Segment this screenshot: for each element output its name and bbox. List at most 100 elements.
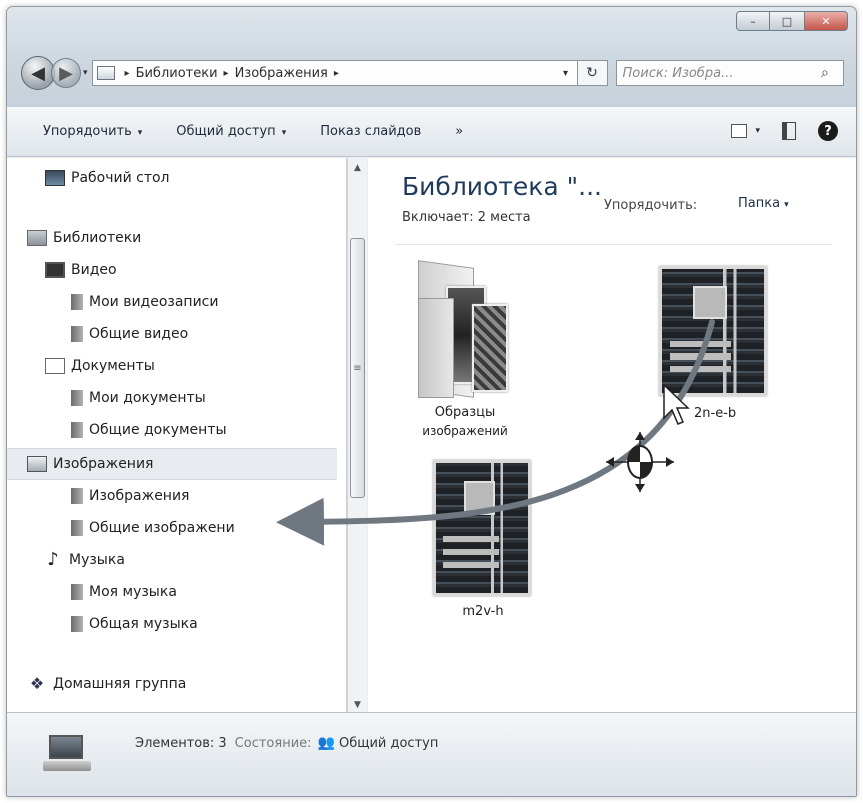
pci-slot (670, 340, 732, 348)
sidebar-item-documents[interactable]: Документы (45, 358, 155, 374)
sidebar-item-label: Мои видеозаписи (89, 294, 219, 310)
pci-slot (443, 548, 499, 556)
folder-front (418, 298, 454, 398)
sidebar-item-my-documents[interactable]: Мои документы (67, 390, 206, 406)
scroll-up-icon[interactable]: ▲ (348, 158, 367, 178)
help-icon[interactable]: ? (818, 121, 838, 141)
motherboard-thumbnail[interactable] (659, 266, 767, 396)
sidebar-item-desktop[interactable]: Рабочий стол (45, 170, 170, 186)
preview-pane-icon[interactable] (782, 122, 796, 140)
pci-slot (670, 365, 732, 372)
sample-pictures-folder-icon[interactable] (418, 258, 508, 398)
refresh-button[interactable]: ↻ (577, 60, 608, 86)
file-label[interactable]: Образцы изображений (410, 404, 520, 440)
minimize-button[interactable]: – (736, 11, 770, 31)
change-view-icon[interactable] (731, 124, 748, 138)
video-library-icon (45, 262, 65, 278)
sidebar-item-label: Документы (71, 358, 155, 374)
sidebar-item-label: Мои документы (89, 390, 206, 406)
chevron-down-icon[interactable]: ▾ (755, 126, 760, 136)
toolbar-right: ▾ ? (731, 121, 838, 141)
item-count: Элементов: 3 (135, 735, 227, 751)
library-title: Библиотека "... (402, 172, 602, 201)
chevron-right-icon[interactable]: ▸ (334, 68, 339, 79)
slideshow-button[interactable]: Показ слайдов (320, 124, 421, 139)
sidebar-item-music[interactable]: ♪ Музыка (43, 549, 125, 570)
desktop-icon (45, 170, 65, 186)
arrange-by-label: Упорядочить: (604, 198, 698, 213)
folder-icon (71, 488, 83, 504)
sidebar-item-label: Изображения (53, 456, 154, 472)
share-button[interactable]: Общий доступ ▾ (176, 124, 286, 139)
pci-slot (670, 353, 732, 360)
sidebar-item-public-pictures[interactable]: Общие изображени (67, 520, 235, 536)
close-button[interactable]: ✕ (804, 11, 848, 31)
motherboard-thumbnail[interactable] (433, 460, 531, 596)
caption-buttons: – □ ✕ (736, 11, 848, 31)
chevron-down-icon: ▾ (784, 200, 789, 210)
folder-photo (472, 304, 508, 392)
state-value: Общий доступ (338, 735, 439, 751)
scroll-thumb[interactable]: ≡ (350, 238, 365, 498)
sidebar-item-my-videos[interactable]: Мои видеозаписи (67, 294, 218, 310)
navigation-scrollbar[interactable]: ▲ ≡ ▼ (347, 158, 367, 715)
sidebar-item-public-music[interactable]: Общая музыка (67, 616, 198, 632)
sidebar-item-my-pictures[interactable]: Изображения (67, 488, 189, 504)
folder-icon (71, 390, 83, 406)
file-label[interactable]: 2n-e-b (694, 406, 736, 421)
grip-icon: ≡ (353, 362, 362, 374)
file-label-line1: Образцы (434, 405, 496, 420)
share-label: Общий доступ (176, 124, 276, 139)
folder-icon (71, 520, 83, 536)
cpu-socket (463, 481, 495, 515)
computer-icon (43, 729, 93, 779)
title-bar: – □ ✕ ◀ ▶ ▾ ▸ Библиотеки ▸ Изображения ▸… (7, 7, 856, 107)
homegroup-icon: ❖ (29, 674, 45, 693)
search-placeholder: Поиск: Изобра... (622, 65, 734, 81)
laptop-screen (49, 735, 83, 759)
folder-icon (71, 584, 83, 600)
music-note-icon: ♪ (47, 549, 59, 570)
arrange-by-dropdown[interactable]: Папка ▾ (738, 196, 789, 211)
library-includes-link[interactable]: Включает: 2 места (402, 210, 531, 225)
sidebar-item-my-music[interactable]: Моя музыка (67, 584, 177, 600)
sidebar-item-label: Рабочий стол (71, 170, 170, 186)
sidebar-item-video[interactable]: Видео (45, 262, 117, 278)
sidebar-item-pictures[interactable]: Изображения (7, 448, 337, 480)
address-dropdown-icon[interactable]: ▾ (555, 68, 577, 79)
sidebar-item-label: Видео (71, 262, 117, 278)
more-commands-button[interactable]: » (455, 124, 463, 139)
sidebar-item-public-documents[interactable]: Общие документы (67, 422, 227, 438)
breadcrumb-libraries[interactable]: Библиотеки (136, 66, 218, 81)
search-icon[interactable]: ⌕ (821, 65, 843, 81)
back-arrow-icon: ◀ (31, 62, 45, 84)
back-button[interactable]: ◀ (21, 56, 55, 90)
address-bar[interactable]: ▸ Библиотеки ▸ Изображения ▸ ▾ (91, 60, 578, 86)
sidebar-item-public-videos[interactable]: Общие видео (67, 326, 188, 342)
arrange-by-value: Папка (738, 196, 781, 211)
slideshow-label: Показ слайдов (320, 124, 422, 139)
navigation-row: ◀ ▶ ▾ ▸ Библиотеки ▸ Изображения ▸ ▾ ↻ П… (21, 55, 844, 91)
forward-button[interactable]: ▶ (51, 58, 81, 88)
file-label[interactable]: m2v-h (438, 604, 528, 619)
chevron-right-icon[interactable]: ▸ (224, 68, 229, 79)
maximize-button[interactable]: □ (770, 11, 804, 31)
sidebar-item-homegroup[interactable]: ❖ Домашняя группа (27, 674, 187, 693)
sidebar-item-label: Библиотеки (53, 230, 142, 246)
sidebar-item-label: Музыка (69, 552, 125, 568)
chevron-down-icon: ▾ (137, 128, 143, 138)
organize-button[interactable]: Упорядочить ▾ (43, 124, 142, 139)
recent-pages-dropdown[interactable]: ▾ (83, 68, 88, 78)
explorer-window: – □ ✕ ◀ ▶ ▾ ▸ Библиотеки ▸ Изображения ▸… (6, 6, 857, 797)
library-icon (96, 66, 115, 80)
pci-slot (443, 561, 499, 569)
chevron-right-icon[interactable]: ▸ (125, 68, 130, 79)
content-pane: Библиотека "... Включает: 2 места Упоряд… (368, 158, 856, 715)
status-text: Элементов: 3 Состояние: 👥 Общий доступ (135, 735, 438, 751)
search-input[interactable]: Поиск: Изобра... ⌕ (615, 60, 844, 86)
chevron-down-icon: ▾ (281, 128, 287, 138)
sidebar-item-libraries[interactable]: Библиотеки (27, 230, 141, 246)
breadcrumb-pictures[interactable]: Изображения (235, 66, 328, 81)
pictures-library-icon (27, 456, 47, 472)
library-icon (27, 230, 47, 246)
